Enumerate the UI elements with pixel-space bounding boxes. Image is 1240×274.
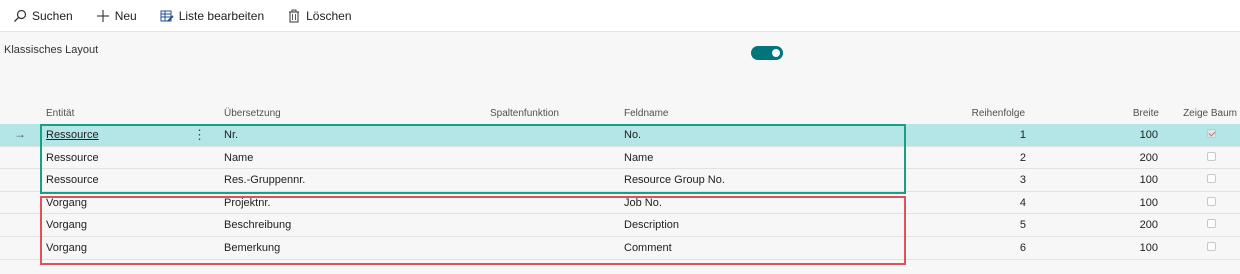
order-cell[interactable]: 5 (1020, 219, 1026, 231)
classic-layout-toggle[interactable] (751, 46, 783, 60)
search-label: Suchen (32, 8, 73, 23)
translation-cell[interactable]: Res.-Gruppennr. (224, 174, 305, 186)
delete-label: Löschen (306, 8, 352, 23)
order-cell[interactable]: 1 (1020, 129, 1026, 141)
search-icon (12, 8, 28, 24)
table-row[interactable]: Vorgang Beschreibung Description 5 200 (0, 214, 1240, 237)
show-tree-checkbox[interactable] (1207, 196, 1216, 206)
toggle-knob (772, 49, 780, 57)
translation-cell[interactable]: Bemerkung (224, 242, 280, 254)
width-cell[interactable]: 200 (1140, 219, 1158, 231)
current-row-arrow-icon: → (14, 127, 26, 141)
table-row[interactable]: Ressource Name Name 2 200 (0, 147, 1240, 170)
entity-cell[interactable]: Ressource (46, 152, 99, 164)
header-column-function[interactable]: Spaltenfunktion (490, 108, 559, 119)
grid-header: Entität Übersetzung Spaltenfunktion Feld… (0, 104, 1240, 124)
header-show-tree[interactable]: Zeige Baum (1183, 108, 1237, 119)
order-cell[interactable]: 3 (1020, 174, 1026, 186)
new-label: Neu (114, 8, 137, 23)
show-tree-checkbox[interactable] (1207, 219, 1216, 229)
order-cell[interactable]: 4 (1020, 197, 1026, 209)
width-cell[interactable]: 200 (1140, 152, 1158, 164)
row-actions-icon[interactable]: ⋮ (193, 127, 206, 143)
new-button[interactable]: Neu (95, 0, 145, 32)
width-cell[interactable]: 100 (1140, 197, 1158, 209)
entity-cell[interactable]: Ressource (46, 129, 99, 141)
width-cell[interactable]: 100 (1140, 129, 1158, 141)
classic-layout-label: Klassisches Layout (4, 44, 99, 56)
search-button[interactable]: Suchen (12, 0, 81, 32)
translation-cell[interactable]: Projektnr. (224, 197, 270, 209)
header-entity[interactable]: Entität (46, 108, 74, 119)
trash-icon (286, 8, 302, 24)
width-cell[interactable]: 100 (1140, 242, 1158, 254)
translation-cell[interactable]: Beschreibung (224, 219, 291, 231)
field-name-cell[interactable]: Resource Group No. (624, 174, 725, 186)
show-tree-checkbox[interactable] (1207, 151, 1216, 161)
entity-cell[interactable]: Vorgang (46, 197, 87, 209)
show-tree-checkbox[interactable] (1207, 174, 1216, 184)
field-name-cell[interactable]: Description (624, 219, 679, 231)
edit-list-icon (159, 8, 175, 24)
delete-button[interactable]: Löschen (286, 0, 359, 32)
order-cell[interactable]: 6 (1020, 242, 1026, 254)
edit-list-label: Liste bearbeiten (178, 8, 265, 23)
field-name-cell[interactable]: Name (624, 152, 653, 164)
action-bar: Suchen Neu Liste bearbeiten Löschen (0, 0, 1240, 32)
header-field-name[interactable]: Feldname (624, 108, 668, 119)
column-setup-grid: Entität Übersetzung Spaltenfunktion Feld… (0, 104, 1240, 260)
order-cell[interactable]: 2 (1020, 152, 1026, 164)
field-name-cell[interactable]: No. (624, 129, 641, 141)
translation-cell[interactable]: Name (224, 152, 253, 164)
table-row[interactable]: Ressource Res.-Gruppennr. Resource Group… (0, 169, 1240, 192)
header-translation[interactable]: Übersetzung (224, 108, 281, 119)
header-width[interactable]: Breite (1133, 108, 1159, 119)
show-tree-checkbox[interactable] (1207, 241, 1216, 251)
table-row[interactable]: Vorgang Projektnr. Job No. 4 100 (0, 192, 1240, 215)
header-order[interactable]: Reihenfolge (972, 108, 1025, 119)
entity-cell[interactable]: Vorgang (46, 219, 87, 231)
field-name-cell[interactable]: Comment (624, 242, 672, 254)
field-name-cell[interactable]: Job No. (624, 197, 662, 209)
edit-list-button[interactable]: Liste bearbeiten (159, 0, 272, 32)
width-cell[interactable]: 100 (1140, 174, 1158, 186)
plus-icon (95, 8, 111, 24)
show-tree-checkbox[interactable] (1207, 129, 1216, 138)
entity-cell[interactable]: Ressource (46, 174, 99, 186)
table-row[interactable]: Vorgang Bemerkung Comment 6 100 (0, 237, 1240, 260)
table-row[interactable]: → Ressource ⋮ Nr. No. 1 100 (0, 124, 1240, 147)
translation-cell[interactable]: Nr. (224, 129, 238, 141)
entity-cell[interactable]: Vorgang (46, 242, 87, 254)
